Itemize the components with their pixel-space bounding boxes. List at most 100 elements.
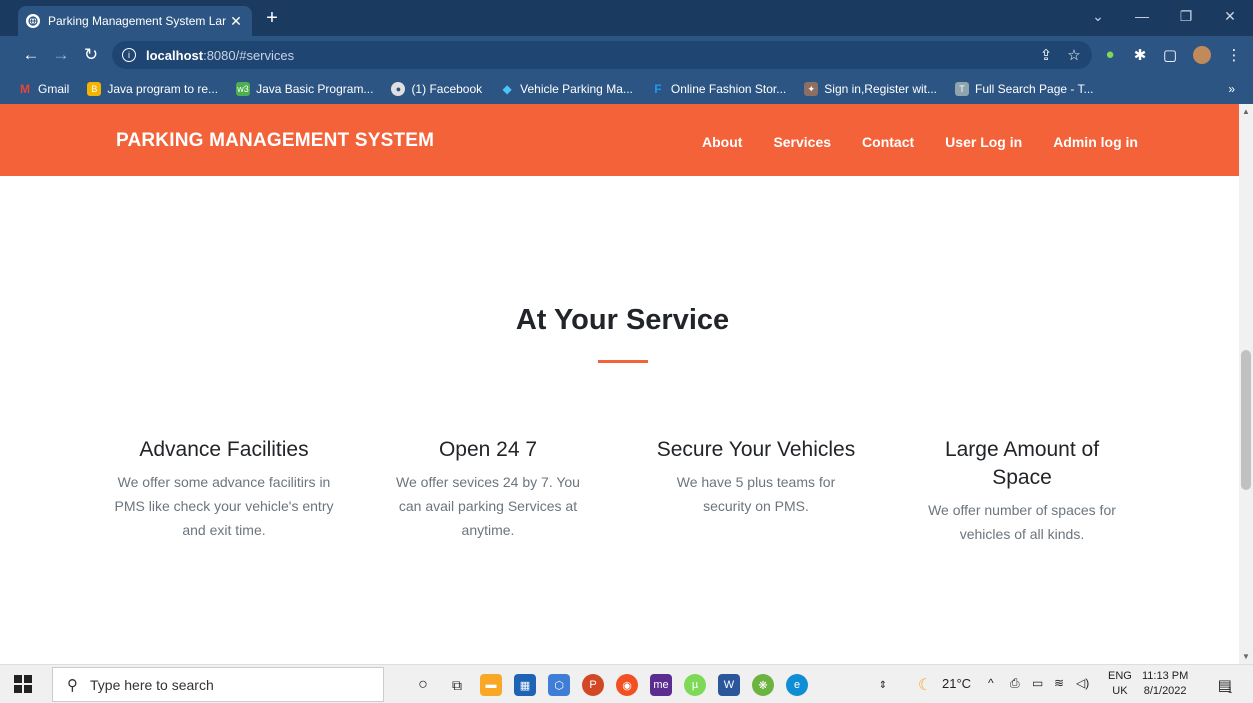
keyboard-layout: UK [1112,685,1128,697]
globe-icon [26,14,40,28]
drupal-icon: ◆ [502,82,512,96]
page-scrollbar[interactable]: ▲ ▼ [1239,104,1253,664]
browser-toolbar: ← → ↻ i localhost:8080/#services ⇪ ☆ ● ✱… [0,36,1253,74]
nav-link-admin-login[interactable]: Admin log in [1053,134,1138,150]
bookmark-star-icon[interactable]: ☆ [1064,46,1084,64]
clock-date: 8/1/2022 [1143,685,1187,697]
wifi-icon[interactable]: ≋ [1054,676,1064,690]
site-navbar: PARKING MANAGEMENT SYSTEM About Services… [0,104,1239,176]
chrome-icon[interactable]: ◉ [616,674,638,696]
word-icon[interactable]: W [718,674,740,696]
address-bar[interactable]: i localhost:8080/#services [112,41,1092,69]
share-icon[interactable]: ⇪ [1036,46,1056,64]
nav-link-services[interactable]: Services [773,134,831,150]
weather-moon-icon[interactable]: ☾ [914,674,936,696]
nav-link-user-login[interactable]: User Log in [945,134,1022,150]
bookmark-label: (1) Facebook [411,82,483,96]
globe-icon: ● [391,82,406,96]
browser-tab[interactable]: Parking Management System Lar ✕ [18,6,252,36]
tab-search-icon[interactable]: ⌄ [1088,8,1108,25]
scroll-up-icon[interactable]: ▲ [1242,107,1250,116]
windows-start-icon[interactable] [14,675,34,695]
me-app-icon[interactable]: me [650,674,672,696]
tab-title: Parking Management System Lar [48,14,227,28]
notification-icon[interactable]: ▤ 1 [1214,674,1236,696]
battery-icon[interactable]: ▭ [1032,676,1043,690]
task-view-icon[interactable]: ⧉ [446,674,468,696]
bookmark-item[interactable]: ● (1) Facebook [391,82,482,96]
service-card: Advance Facilities We offer some advance… [104,436,344,542]
bookmark-item[interactable]: B Java program to re... [87,82,218,96]
service-title: Large Amount of Space [944,438,1100,489]
service-card: Secure Your Vehicles We have 5 plus team… [636,436,876,518]
browser-tab-strip: Parking Management System Lar ✕ + ⌄ — ❐ … [0,0,1253,36]
taskbar-search-box[interactable]: ⚲ Type here to search [52,667,384,702]
language-indicator[interactable]: ENG UK [1108,669,1132,699]
bookmark-label: Gmail [38,82,70,96]
bookmark-item[interactable]: ◆ Vehicle Parking Ma... [500,82,633,96]
service-text: We offer number of spaces for vehicles o… [928,502,1116,542]
w3schools-icon: w3 [236,82,251,96]
system-clock[interactable]: 11:13 PM 8/1/2022 [1142,669,1188,699]
menu-kebab-icon[interactable]: ⋮ [1224,46,1244,64]
store-icon[interactable]: ▦ [514,674,536,696]
device-icon[interactable]: ⎙ [1010,676,1020,691]
app-hexagon-icon[interactable]: ⬡ [548,674,570,696]
page-icon: T [955,82,969,96]
service-card: Open 24 7 We offer sevices 24 by 7. You … [368,436,608,542]
bookmark-item[interactable]: F Online Fashion Stor... [651,82,786,96]
site-brand[interactable]: PARKING MANAGEMENT SYSTEM [116,130,434,152]
search-placeholder: Type here to search [90,676,214,693]
back-icon[interactable]: ← [20,45,42,65]
show-hidden-icons[interactable]: ^ [988,676,994,690]
bookmark-label: Vehicle Parking Ma... [520,82,633,96]
utorrent-icon[interactable]: µ [684,674,706,696]
file-explorer-icon[interactable]: ▬ [480,674,502,696]
tab-close-icon[interactable]: ✕ [228,13,244,30]
bookmark-item[interactable]: ✦ Sign in,Register wit... [804,82,937,96]
bookmark-item[interactable]: M Gmail [18,82,69,96]
notification-badge: 1 [1227,685,1233,695]
bookmark-label: Sign in,Register wit... [824,82,937,96]
puzzle-icon[interactable]: ✱ [1130,46,1150,64]
nav-link-contact[interactable]: Contact [862,134,914,150]
side-panel-icon[interactable]: ▢ [1160,46,1180,64]
cortana-icon[interactable]: ○ [412,674,434,696]
powerpoint-icon[interactable]: P [582,674,604,696]
weather-temperature[interactable]: 21°C [942,676,971,691]
language-code: ENG [1108,670,1132,682]
clock-time: 11:13 PM [1142,670,1189,682]
window-close-icon[interactable]: ✕ [1220,8,1240,25]
bookmark-label: Full Search Page - T... [975,82,1094,96]
bookmark-item[interactable]: T Full Search Page - T... [955,82,1094,96]
service-title: Open 24 7 [438,438,538,461]
bookmark-label: Java Basic Program... [256,82,374,96]
site-info-icon[interactable]: i [122,48,136,62]
edge-icon[interactable]: e [786,674,808,696]
extension-icon[interactable]: ● [1100,46,1120,63]
nav-link-about[interactable]: About [702,134,742,150]
scroll-down-icon[interactable]: ▼ [1242,652,1250,661]
scrollbar-thumb[interactable] [1241,350,1251,490]
section-title: At Your Service [515,304,730,336]
bookmarks-overflow-icon[interactable]: » [1228,82,1235,96]
bookmark-label: Java program to re... [107,82,219,96]
volume-icon[interactable]: ◁) [1076,676,1089,690]
reload-icon[interactable]: ↻ [80,45,102,65]
search-icon: ⚲ [67,676,78,694]
section-divider [598,360,648,363]
spring-tool-icon[interactable]: ❋ [752,674,774,696]
restore-icon[interactable]: ❐ [1176,8,1196,25]
url-path: :8080/#services [203,47,295,63]
signin-site-icon: ✦ [804,82,819,96]
service-text: We have 5 plus teams for security on PMS… [676,474,836,514]
bookmark-item[interactable]: w3 Java Basic Program... [236,82,373,96]
new-tab-button[interactable]: + [262,8,282,28]
forward-icon[interactable]: → [50,45,72,65]
profile-avatar[interactable] [1192,46,1212,68]
minimize-icon[interactable]: — [1132,8,1152,24]
tray-scroll-icon[interactable]: ⇕ [872,674,894,696]
bookmarks-bar: M Gmail B Java program to re... w3 Java Bas… [0,74,1253,104]
url-host: localhost [146,47,204,63]
service-title: Secure Your Vehicles [656,438,856,461]
